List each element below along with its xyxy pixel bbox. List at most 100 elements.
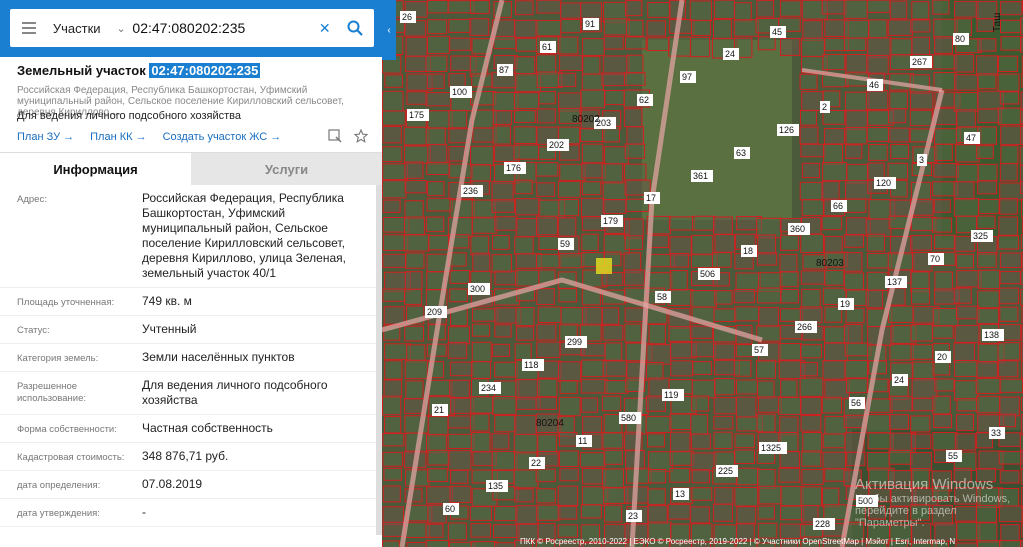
parcel[interactable] bbox=[448, 109, 468, 129]
parcel[interactable] bbox=[383, 467, 403, 481]
parcel[interactable] bbox=[692, 215, 716, 231]
parcel[interactable] bbox=[426, 35, 450, 55]
parcel[interactable] bbox=[910, 287, 931, 305]
parcel[interactable] bbox=[558, 198, 580, 217]
parcel[interactable] bbox=[515, 0, 534, 16]
parcel[interactable] bbox=[404, 288, 423, 305]
parcel[interactable] bbox=[492, 343, 511, 357]
parcel[interactable] bbox=[956, 270, 982, 288]
parcel[interactable] bbox=[427, 234, 450, 251]
parcel[interactable] bbox=[953, 92, 979, 112]
parcel[interactable] bbox=[999, 271, 1021, 285]
parcel[interactable] bbox=[953, 0, 979, 18]
parcel[interactable] bbox=[427, 379, 453, 397]
parcel[interactable] bbox=[537, 306, 562, 324]
parcel[interactable] bbox=[559, 2, 582, 19]
parcel[interactable] bbox=[624, 235, 644, 250]
parcel[interactable] bbox=[934, 36, 953, 54]
parcel[interactable] bbox=[579, 452, 606, 468]
parcel[interactable] bbox=[712, 343, 736, 360]
parcel[interactable] bbox=[953, 342, 976, 363]
parcel[interactable] bbox=[426, 486, 454, 505]
parcel[interactable] bbox=[844, 234, 865, 248]
parcel[interactable] bbox=[691, 379, 716, 399]
parcel[interactable] bbox=[514, 236, 534, 255]
parcel[interactable] bbox=[514, 414, 537, 435]
chevron-down-icon[interactable]: ⌄ bbox=[110, 22, 133, 35]
parcel[interactable] bbox=[648, 323, 666, 345]
parcel[interactable] bbox=[403, 233, 430, 252]
parcel[interactable] bbox=[757, 234, 777, 255]
parcel[interactable] bbox=[403, 398, 425, 414]
parcel[interactable] bbox=[821, 216, 843, 231]
parcel[interactable] bbox=[448, 128, 470, 144]
parcel[interactable] bbox=[471, 360, 492, 379]
parcel[interactable] bbox=[689, 36, 711, 58]
parcel[interactable] bbox=[779, 308, 804, 322]
parcel[interactable] bbox=[382, 395, 402, 416]
parcel[interactable] bbox=[799, 396, 822, 415]
parcel[interactable] bbox=[934, 378, 955, 392]
parcel[interactable] bbox=[953, 287, 972, 304]
parcel[interactable] bbox=[624, 143, 645, 159]
parcel[interactable] bbox=[581, 73, 604, 91]
parcel[interactable] bbox=[910, 19, 931, 33]
parcel[interactable] bbox=[515, 306, 535, 327]
parcel[interactable] bbox=[403, 145, 431, 164]
parcel[interactable] bbox=[689, 325, 714, 339]
parcel[interactable] bbox=[382, 110, 406, 126]
parcel[interactable] bbox=[780, 234, 799, 251]
parcel[interactable] bbox=[1000, 1, 1023, 16]
parcel[interactable] bbox=[757, 36, 776, 51]
parcel[interactable] bbox=[889, 414, 910, 430]
parcel[interactable] bbox=[491, 254, 512, 273]
parcel[interactable] bbox=[910, 415, 931, 433]
parcel[interactable] bbox=[733, 288, 755, 304]
parcel[interactable] bbox=[934, 234, 957, 250]
parcel[interactable] bbox=[889, 54, 914, 71]
parcel[interactable] bbox=[756, 413, 776, 433]
parcel[interactable] bbox=[822, 53, 846, 71]
parcel[interactable] bbox=[405, 36, 428, 58]
parcel[interactable] bbox=[889, 38, 913, 57]
parcel[interactable] bbox=[889, 0, 908, 20]
parcel[interactable] bbox=[690, 433, 711, 450]
parcel[interactable] bbox=[865, 414, 892, 434]
parcel[interactable] bbox=[559, 163, 586, 181]
parcel[interactable] bbox=[384, 360, 403, 380]
parcel[interactable] bbox=[447, 433, 475, 449]
parcel[interactable] bbox=[669, 431, 691, 453]
parcel[interactable] bbox=[559, 468, 579, 482]
search-input[interactable] bbox=[132, 13, 314, 43]
parcel[interactable] bbox=[932, 0, 950, 15]
parcel[interactable] bbox=[843, 272, 864, 292]
parcel[interactable] bbox=[824, 235, 843, 254]
parcel[interactable] bbox=[735, 467, 760, 486]
parcel[interactable] bbox=[558, 361, 582, 382]
parcel[interactable] bbox=[956, 398, 980, 412]
parcel[interactable] bbox=[515, 269, 540, 287]
parcel[interactable] bbox=[889, 91, 908, 110]
parcel[interactable] bbox=[536, 253, 562, 269]
parcel[interactable] bbox=[953, 198, 979, 218]
parcel[interactable] bbox=[602, 55, 630, 76]
parcel[interactable] bbox=[601, 72, 627, 87]
parcel[interactable] bbox=[823, 127, 845, 145]
parcel[interactable] bbox=[799, 306, 823, 324]
parcel[interactable] bbox=[603, 504, 623, 523]
parcel[interactable] bbox=[383, 416, 402, 434]
parcel[interactable] bbox=[998, 450, 1023, 465]
parcel[interactable] bbox=[801, 468, 824, 486]
parcel[interactable] bbox=[799, 181, 824, 201]
parcel[interactable] bbox=[711, 252, 732, 268]
parcel[interactable] bbox=[646, 433, 666, 448]
parcel[interactable] bbox=[471, 323, 491, 337]
parcel[interactable] bbox=[647, 469, 667, 484]
parcel[interactable] bbox=[448, 73, 466, 88]
scrollbar[interactable] bbox=[376, 185, 382, 535]
parcel[interactable] bbox=[602, 360, 627, 377]
parcel[interactable] bbox=[954, 433, 976, 451]
parcel[interactable] bbox=[912, 397, 936, 412]
parcel[interactable] bbox=[536, 488, 556, 504]
parcel[interactable] bbox=[427, 416, 449, 437]
